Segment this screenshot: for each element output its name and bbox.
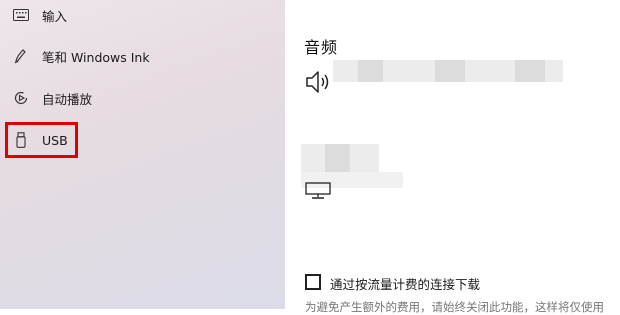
sidebar: 输入 笔和 Windows Ink 自动播放 USB [0, 0, 285, 309]
blurred-region [435, 60, 465, 82]
blurred-region [358, 60, 383, 82]
main-content: 音频 通过按流量计费的连接下载 为避免产生额外的费用，请始终关闭此功能，这样将仅… [285, 0, 620, 314]
blurred-region [325, 144, 350, 172]
sidebar-item-autoplay[interactable]: 自动播放 [0, 80, 285, 116]
blurred-region [515, 60, 545, 82]
keyboard-icon [12, 6, 30, 24]
metered-connection-label: 通过按流量计费的连接下载 [330, 277, 481, 292]
sidebar-item-label: 笔和 Windows Ink [42, 49, 150, 65]
sidebar-item-input[interactable]: 输入 [0, 0, 285, 33]
monitor-icon [305, 182, 333, 200]
metered-description: 为避免产生额外的费用，请始终关闭此功能，这样将仅使用 [305, 300, 604, 314]
sidebar-item-label: 输入 [42, 8, 68, 24]
autoplay-icon [12, 89, 30, 107]
section-title: 音频 [304, 38, 339, 57]
highlight-box [5, 122, 78, 158]
sidebar-item-label: 自动播放 [42, 91, 93, 107]
pen-icon [12, 47, 30, 65]
speaker-icon[interactable] [304, 68, 334, 96]
metered-connection-checkbox[interactable] [305, 274, 321, 290]
sidebar-item-pen[interactable]: 笔和 Windows Ink [0, 38, 285, 74]
